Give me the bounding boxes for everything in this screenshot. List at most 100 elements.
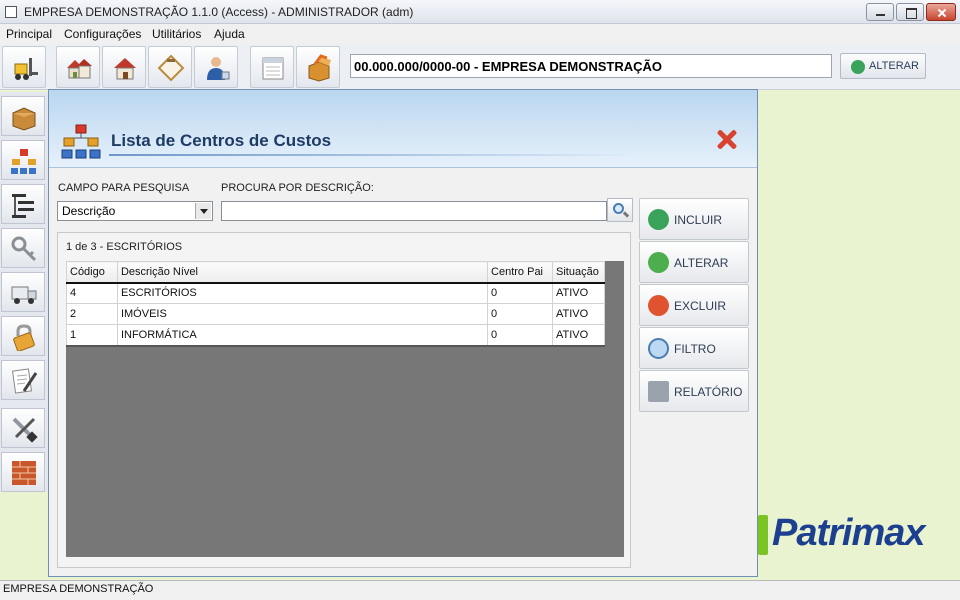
cell-codigo: 2 bbox=[66, 303, 118, 325]
results-group: 1 de 3 - ESCRITÓRIOS Código Descrição Ní… bbox=[57, 232, 631, 568]
patrimax-logo: Patrimax bbox=[758, 510, 928, 560]
column-header-descricao[interactable]: Descrição Nível bbox=[116, 261, 489, 284]
company-houses-button[interactable] bbox=[56, 46, 100, 88]
clipboard-icon bbox=[157, 54, 185, 82]
dialog-title: Lista de Centros de Custos bbox=[111, 131, 332, 150]
title-underline bbox=[109, 154, 639, 156]
search-button[interactable] bbox=[607, 198, 633, 222]
forklift-icon bbox=[14, 58, 38, 80]
sidebar-tools-button[interactable] bbox=[1, 408, 45, 448]
houses-icon bbox=[67, 59, 92, 79]
document-pen-icon bbox=[11, 368, 38, 394]
menu-utilitarios[interactable]: Utilitários bbox=[152, 27, 201, 41]
menu-bar: Principal Configurações Utilitários Ajud… bbox=[0, 24, 960, 44]
calendar-icon bbox=[262, 57, 284, 80]
chevron-down-icon[interactable] bbox=[195, 203, 211, 219]
hierarchy-icon bbox=[11, 149, 36, 174]
cell-situacao: ATIVO bbox=[552, 282, 605, 304]
alterar-button[interactable]: ALTERAR bbox=[639, 241, 749, 283]
incluir-label: INCLUIR bbox=[674, 213, 723, 227]
sidebar-keys-button[interactable] bbox=[1, 228, 45, 268]
plus-icon bbox=[648, 209, 669, 230]
table-row[interactable]: 4 ESCRITÓRIOS 0 ATIVO bbox=[66, 282, 605, 304]
sidebar-centros-custos-button[interactable] bbox=[1, 140, 45, 180]
open-box-icon bbox=[308, 54, 331, 82]
cell-centro-pai: 0 bbox=[487, 324, 553, 347]
table-row[interactable]: 2 IMÓVEIS 0 ATIVO bbox=[66, 303, 605, 325]
toolbar: 00.000.000/0000-00 - EMPRESA DEMONSTRAÇÃ… bbox=[0, 44, 960, 90]
sidebar-tree-button[interactable] bbox=[1, 184, 45, 224]
lock-icon bbox=[13, 324, 35, 351]
home-icon bbox=[114, 58, 136, 80]
minimize-button[interactable] bbox=[866, 3, 894, 21]
brick-wall-icon bbox=[12, 461, 36, 485]
column-header-situacao[interactable]: Situação bbox=[552, 261, 605, 284]
campo-pesquisa-value: Descrição bbox=[62, 204, 116, 218]
results-table: Código Descrição Nível Centro Pai Situaç… bbox=[66, 261, 605, 347]
tools-icon bbox=[12, 417, 38, 443]
truck-icon bbox=[11, 286, 37, 304]
cell-descricao: INFORMÁTICA bbox=[116, 324, 489, 347]
cell-codigo: 1 bbox=[66, 324, 118, 347]
refresh-icon bbox=[648, 252, 669, 273]
user-icon bbox=[207, 57, 230, 80]
cell-descricao: IMÓVEIS bbox=[116, 303, 489, 325]
menu-ajuda[interactable]: Ajuda bbox=[214, 27, 245, 41]
sidebar-truck-button[interactable] bbox=[1, 272, 45, 312]
dialog-close-icon[interactable] bbox=[715, 127, 739, 151]
status-text: EMPRESA DEMONSTRAÇÃO bbox=[3, 583, 154, 595]
cell-centro-pai: 0 bbox=[487, 282, 553, 304]
results-grid[interactable]: Código Descrição Nível Centro Pai Situaç… bbox=[66, 261, 624, 557]
table-row[interactable]: 1 INFORMÁTICA 0 ATIVO bbox=[66, 324, 605, 347]
forklift-button[interactable] bbox=[2, 46, 46, 88]
record-info: 1 de 3 - ESCRITÓRIOS bbox=[66, 241, 183, 253]
magnifier-icon bbox=[648, 338, 669, 359]
sidebar-document-button[interactable] bbox=[1, 360, 45, 400]
app-icon[interactable] bbox=[5, 6, 17, 18]
hierarchy-icon bbox=[61, 124, 101, 159]
window-title: EMPRESA DEMONSTRAÇÃO 1.1.0 (Access) - AD… bbox=[24, 5, 414, 19]
relatorio-button[interactable]: RELATÓRIO bbox=[639, 370, 749, 412]
centros-custos-dialog: Lista de Centros de Custos CAMPO PARA PE… bbox=[48, 89, 758, 577]
alterar-company-label: ALTERAR bbox=[869, 60, 919, 72]
table-header-row: Código Descrição Nível Centro Pai Situaç… bbox=[66, 261, 605, 284]
user-button[interactable] bbox=[194, 46, 238, 88]
excluir-button[interactable]: EXCLUIR bbox=[639, 284, 749, 326]
menu-principal[interactable]: Principal bbox=[6, 27, 52, 41]
home-button[interactable] bbox=[102, 46, 146, 88]
title-bar: EMPRESA DEMONSTRAÇÃO 1.1.0 (Access) - AD… bbox=[0, 0, 960, 24]
column-header-centro-pai[interactable]: Centro Pai bbox=[487, 261, 553, 284]
sidebar-patrimonio-button[interactable] bbox=[1, 96, 45, 136]
cell-descricao: ESCRITÓRIOS bbox=[116, 282, 489, 304]
logo-mark bbox=[758, 515, 768, 555]
company-field[interactable]: 00.000.000/0000-00 - EMPRESA DEMONSTRAÇÃ… bbox=[350, 54, 832, 78]
campo-pesquisa-select[interactable]: Descrição bbox=[57, 201, 213, 221]
search-input-box[interactable] bbox=[221, 201, 607, 221]
alterar-company-button[interactable]: ALTERAR bbox=[840, 53, 926, 79]
menu-configuracoes[interactable]: Configurações bbox=[64, 27, 141, 41]
cell-codigo: 4 bbox=[66, 282, 118, 304]
left-sidebar bbox=[0, 92, 48, 492]
search-input[interactable] bbox=[222, 202, 606, 220]
campo-pesquisa-label: CAMPO PARA PESQUISA bbox=[58, 182, 190, 194]
procura-label: PROCURA POR DESCRIÇÃO: bbox=[221, 182, 374, 194]
cell-centro-pai: 0 bbox=[487, 303, 553, 325]
incluir-button[interactable]: INCLUIR bbox=[639, 198, 749, 240]
printer-icon bbox=[648, 381, 669, 402]
alterar-label: ALTERAR bbox=[674, 256, 729, 270]
refresh-icon bbox=[851, 60, 865, 74]
minus-icon bbox=[648, 295, 669, 316]
maximize-button[interactable] bbox=[896, 3, 924, 21]
close-window-button[interactable] bbox=[926, 3, 956, 21]
sidebar-wall-button[interactable] bbox=[1, 452, 45, 492]
clipboard-button[interactable] bbox=[148, 46, 192, 88]
excluir-label: EXCLUIR bbox=[674, 299, 727, 313]
column-header-codigo[interactable]: Código bbox=[66, 261, 118, 284]
cell-situacao: ATIVO bbox=[552, 324, 605, 347]
package-button[interactable] bbox=[296, 46, 340, 88]
dialog-header: Lista de Centros de Custos bbox=[49, 90, 757, 168]
tree-list-icon bbox=[12, 194, 34, 218]
sidebar-lock-button[interactable] bbox=[1, 316, 45, 356]
calendar-button[interactable] bbox=[250, 46, 294, 88]
filtro-button[interactable]: FILTRO bbox=[639, 327, 749, 369]
